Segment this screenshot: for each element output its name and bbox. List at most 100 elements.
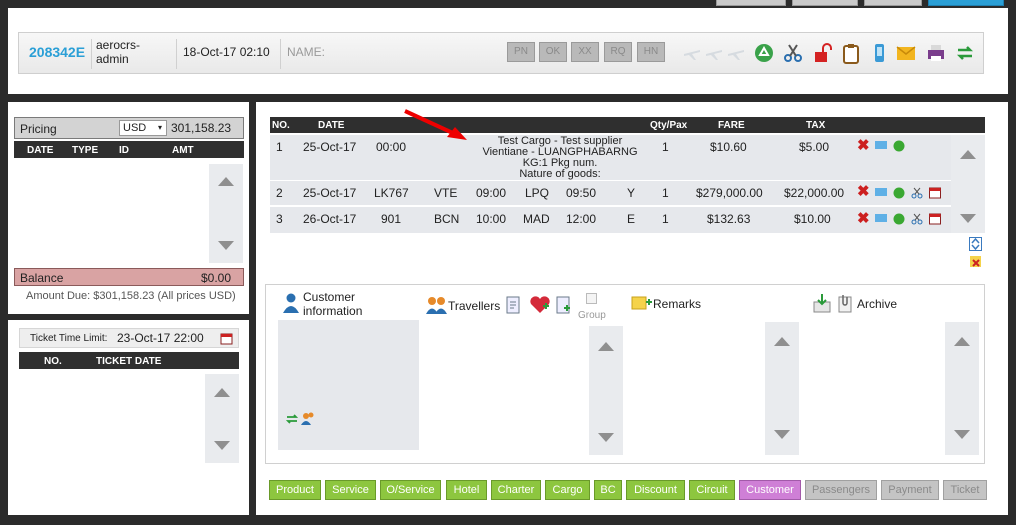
tab-customer[interactable]: Customer xyxy=(739,480,801,500)
flag-button-rq[interactable]: RQ xyxy=(604,42,632,62)
scroll-up-icon[interactable] xyxy=(774,337,790,346)
archive-label[interactable]: Archive xyxy=(857,297,897,311)
status-green-icon[interactable] xyxy=(893,213,905,225)
delete-note-icon[interactable] xyxy=(969,255,982,268)
column-header-tax: TAX xyxy=(806,120,826,131)
printer-icon[interactable] xyxy=(925,42,947,64)
customer-info-panel xyxy=(278,320,419,450)
users-icon[interactable] xyxy=(301,412,315,425)
balance-bar: Balance $0.00 xyxy=(14,268,244,286)
booking-reference[interactable]: 208342E xyxy=(29,44,85,60)
scissors-icon[interactable] xyxy=(911,213,923,225)
flag-button-xx[interactable]: XX xyxy=(571,42,599,62)
document-edit-icon[interactable] xyxy=(505,295,523,315)
scroll-down-icon[interactable] xyxy=(218,241,234,250)
row-fare: $132.63 xyxy=(707,212,751,226)
travellers-scrollbar[interactable] xyxy=(589,326,623,455)
top-tab-active[interactable] xyxy=(928,0,1004,6)
ticket-time-limit-bar: Ticket Time Limit: 23-Oct-17 22:00 xyxy=(19,328,239,348)
travellers-label[interactable]: Travellers xyxy=(448,299,500,313)
ticket-table-header: NO. TICKET DATE xyxy=(19,352,239,369)
scroll-down-icon[interactable] xyxy=(960,214,976,223)
column-header-date: DATE xyxy=(27,145,54,156)
top-tab[interactable] xyxy=(864,0,922,6)
tab-charter[interactable]: Charter xyxy=(491,480,541,500)
top-tab[interactable] xyxy=(792,0,858,6)
flag-button-hn[interactable]: HN xyxy=(637,42,665,62)
calendar-icon[interactable] xyxy=(929,187,941,199)
row-fare: $279,000.00 xyxy=(696,186,763,200)
remarks-label[interactable]: Remarks xyxy=(653,297,701,311)
attachment-icon[interactable] xyxy=(836,293,854,313)
group-checkbox[interactable] xyxy=(586,293,597,304)
expand-icon[interactable] xyxy=(969,237,982,251)
scroll-up-icon[interactable] xyxy=(218,177,234,186)
envelope-icon[interactable] xyxy=(895,42,917,64)
delete-icon[interactable]: ✖ xyxy=(857,182,870,200)
scroll-up-icon[interactable] xyxy=(954,337,970,346)
archive-download-icon[interactable] xyxy=(812,293,832,313)
scroll-down-icon[interactable] xyxy=(214,441,230,450)
pricing-scrollbar[interactable] xyxy=(209,164,243,263)
tab-hotel[interactable]: Hotel xyxy=(446,480,487,500)
tab-passengers: Passengers xyxy=(805,480,877,500)
currency-select[interactable]: USD ▾ xyxy=(119,120,167,136)
comment-icon[interactable] xyxy=(875,213,887,225)
heart-icon[interactable] xyxy=(529,296,551,314)
clipboard-icon[interactable] xyxy=(840,42,862,64)
recycle-icon[interactable] xyxy=(753,42,775,64)
travellers-icon xyxy=(426,297,447,314)
delete-icon[interactable]: ✖ xyxy=(857,209,870,227)
flag-button-ok[interactable]: OK xyxy=(539,42,567,62)
remarks-icon xyxy=(631,296,652,310)
plane-icon[interactable] xyxy=(681,42,703,64)
ticket-scrollbar[interactable] xyxy=(205,374,239,463)
tab-discount[interactable]: Discount xyxy=(626,480,685,500)
row-arrival: 09:50 xyxy=(566,186,597,200)
ticket-time-limit-value[interactable]: 23-Oct-17 22:00 xyxy=(117,331,204,345)
top-tab[interactable] xyxy=(716,0,786,6)
tab-o-service[interactable]: O/Service xyxy=(380,480,441,500)
scroll-down-icon[interactable] xyxy=(774,430,790,439)
tab-bc[interactable]: BC xyxy=(594,480,622,500)
chevron-down-icon: ▾ xyxy=(157,123,162,132)
exchange-icon[interactable] xyxy=(954,42,976,64)
remarks-scrollbar[interactable] xyxy=(765,322,799,455)
delete-icon[interactable]: ✖ xyxy=(857,136,870,154)
scroll-up-icon[interactable] xyxy=(598,342,614,351)
status-green-icon[interactable] xyxy=(893,140,905,152)
scroll-down-icon[interactable] xyxy=(954,430,970,439)
status-green-icon[interactable] xyxy=(893,187,905,199)
scissors-icon[interactable] xyxy=(911,187,923,199)
calendar-icon[interactable] xyxy=(220,332,233,345)
scroll-down-icon[interactable] xyxy=(598,433,614,442)
scroll-up-icon[interactable] xyxy=(214,388,230,397)
customer-information-label[interactable]: Customer information xyxy=(303,290,362,318)
table-row[interactable]: 1 25-Oct-17 00:00 Test Cargo - Test supp… xyxy=(270,135,951,180)
tab-cargo[interactable]: Cargo xyxy=(545,480,590,500)
plane-icon[interactable] xyxy=(703,42,725,64)
tab-circuit[interactable]: Circuit xyxy=(689,480,735,500)
divider xyxy=(176,39,177,69)
unlock-icon[interactable] xyxy=(811,42,833,64)
tab-service[interactable]: Service xyxy=(325,480,376,500)
itinerary-scrollbar[interactable] xyxy=(951,135,985,233)
tab-product[interactable]: Product xyxy=(269,480,321,500)
scroll-up-icon[interactable] xyxy=(960,150,976,159)
pricing-amount: 301,158.23 xyxy=(171,121,232,135)
archive-scrollbar[interactable] xyxy=(945,322,979,455)
swap-icon[interactable] xyxy=(286,413,298,425)
row-qty: 1 xyxy=(662,186,669,200)
cargo-line: Nature of goods: xyxy=(519,168,601,180)
table-row[interactable]: 3 26-Oct-17 901 BCN 10:00 MAD 12:00 E 1 … xyxy=(270,207,951,233)
comment-icon[interactable] xyxy=(875,187,887,199)
add-document-icon[interactable] xyxy=(555,295,573,315)
scissors-icon[interactable] xyxy=(782,42,804,64)
comment-icon[interactable] xyxy=(875,140,887,152)
plane-icon[interactable] xyxy=(725,42,747,64)
table-row[interactable]: 2 25-Oct-17 LK767 VTE 09:00 LPQ 09:50 Y … xyxy=(270,181,951,205)
calendar-icon[interactable] xyxy=(929,213,941,225)
mobile-icon[interactable] xyxy=(868,42,890,64)
flag-button-pn[interactable]: PN xyxy=(507,42,535,62)
amount-due-text: Amount Due: $301,158.23 (All prices USD) xyxy=(26,290,236,302)
